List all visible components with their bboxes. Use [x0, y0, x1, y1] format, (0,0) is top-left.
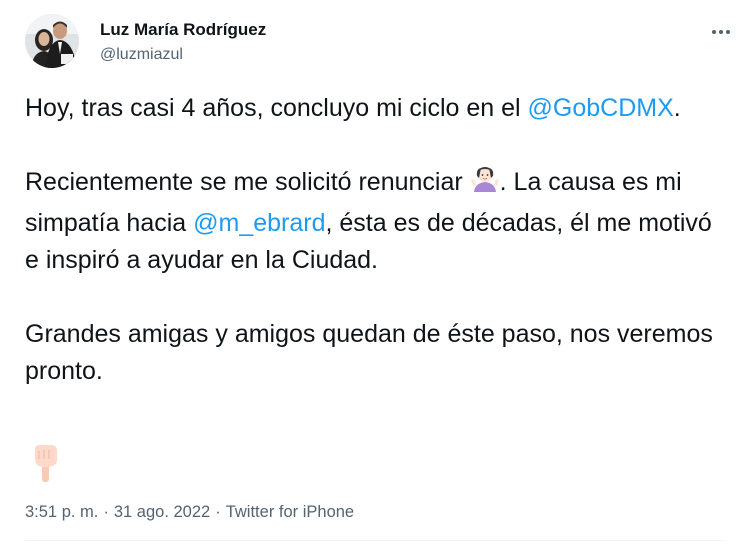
tweet-metadata: 3:51 p. m. · 31 ago. 2022 · Twitter for iPho… — [25, 503, 354, 522]
avatar-photo — [25, 14, 79, 68]
tweet-text: Hoy, tras casi 4 años, concluyo mi ciclo… — [25, 90, 725, 390]
tweet-paragraph-3: Grandes amigas y amigos quedan de éste p… — [25, 320, 713, 385]
tweet-paragraph-2: Recientemente se me solicitó renunciar .… — [25, 164, 725, 279]
author-name[interactable]: Luz María Rodríguez — [100, 20, 266, 40]
divider — [25, 540, 725, 541]
mention-m-ebrard[interactable]: @m_ebrard — [193, 209, 325, 237]
more-options-button[interactable] — [704, 18, 738, 46]
avatar[interactable] — [25, 14, 79, 68]
tweet-time[interactable]: 3:51 p. m. — [25, 503, 98, 521]
pointing-down-hand-icon — [27, 443, 63, 483]
author-handle[interactable]: @luzmiazul — [100, 46, 183, 64]
person-shrugging-emoji-icon — [470, 164, 500, 205]
meta-separator: · — [215, 503, 221, 521]
more-dots-icon — [712, 30, 716, 34]
mention-gobcdmx[interactable]: @GobCDMX — [528, 94, 674, 122]
meta-separator: · — [103, 503, 109, 521]
tweet-source[interactable]: Twitter for iPhone — [226, 503, 354, 521]
tweet-paragraph-1: Hoy, tras casi 4 años, concluyo mi ciclo… — [25, 94, 681, 122]
tweet-date[interactable]: 31 ago. 2022 — [114, 503, 210, 521]
tweet-card: Luz María Rodríguez @luzmiazul Hoy, tras… — [0, 0, 747, 547]
